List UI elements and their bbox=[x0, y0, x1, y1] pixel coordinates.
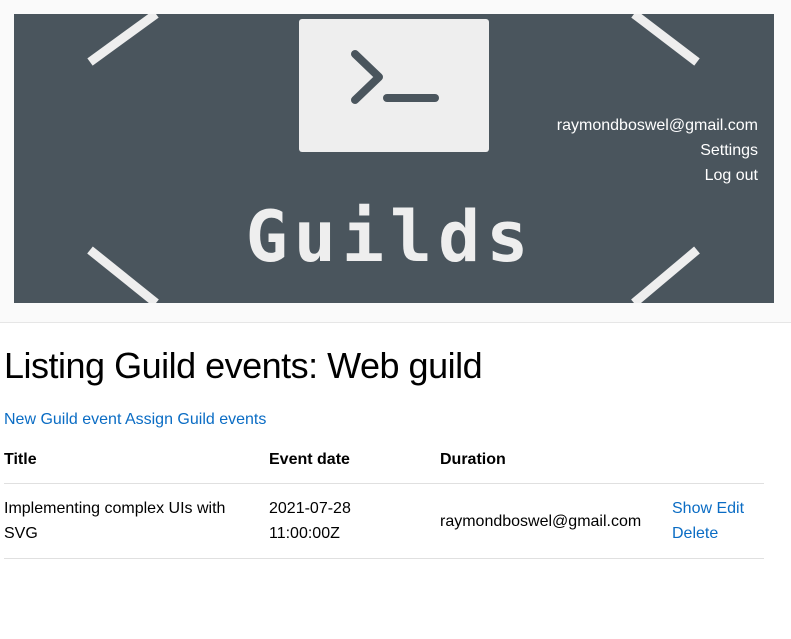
delete-link[interactable]: Delete bbox=[672, 525, 718, 542]
settings-link[interactable]: Settings bbox=[557, 138, 758, 163]
page-title: Listing Guild events: Web guild bbox=[4, 345, 483, 386]
terminal-prompt-icon bbox=[299, 19, 489, 152]
bracket-bottom-right bbox=[631, 246, 700, 303]
column-header-title: Title bbox=[4, 437, 269, 484]
bracket-top-left bbox=[87, 14, 159, 66]
table-row: Implementing complex UIs with SVG 2021-0… bbox=[4, 483, 764, 559]
new-guild-event-link[interactable]: New Guild event bbox=[4, 411, 121, 428]
event-title-cell: Implementing complex UIs with SVG bbox=[4, 483, 269, 559]
guilds-banner: Guilds raymondboswel@gmail.com Settings … bbox=[14, 14, 774, 303]
column-header-actions bbox=[672, 437, 764, 484]
user-menu: raymondboswel@gmail.com Settings Log out bbox=[557, 113, 758, 188]
guild-events-table: Title Event date Duration Implementing c… bbox=[4, 437, 764, 559]
table-header-row: Title Event date Duration bbox=[4, 437, 764, 484]
column-header-duration: Duration bbox=[440, 437, 672, 484]
event-duration-cell: raymondboswel@gmail.com bbox=[440, 483, 672, 559]
assign-guild-events-link[interactable]: Assign Guild events bbox=[125, 411, 266, 428]
row-actions-cell: Show Edit Delete bbox=[672, 483, 764, 559]
event-date-cell: 2021-07-28 11:00:00Z bbox=[269, 483, 440, 559]
logout-link[interactable]: Log out bbox=[557, 163, 758, 188]
user-email: raymondboswel@gmail.com bbox=[556, 117, 758, 134]
bracket-top-right bbox=[631, 14, 700, 66]
page-actions: New Guild event Assign Guild events bbox=[4, 411, 266, 429]
show-link[interactable]: Show bbox=[672, 500, 712, 517]
edit-link[interactable]: Edit bbox=[716, 500, 744, 517]
column-header-event-date: Event date bbox=[269, 437, 440, 484]
header: Guilds raymondboswel@gmail.com Settings … bbox=[0, 0, 791, 323]
bracket-bottom-left bbox=[87, 246, 159, 303]
logo-text: Guilds bbox=[246, 196, 535, 278]
